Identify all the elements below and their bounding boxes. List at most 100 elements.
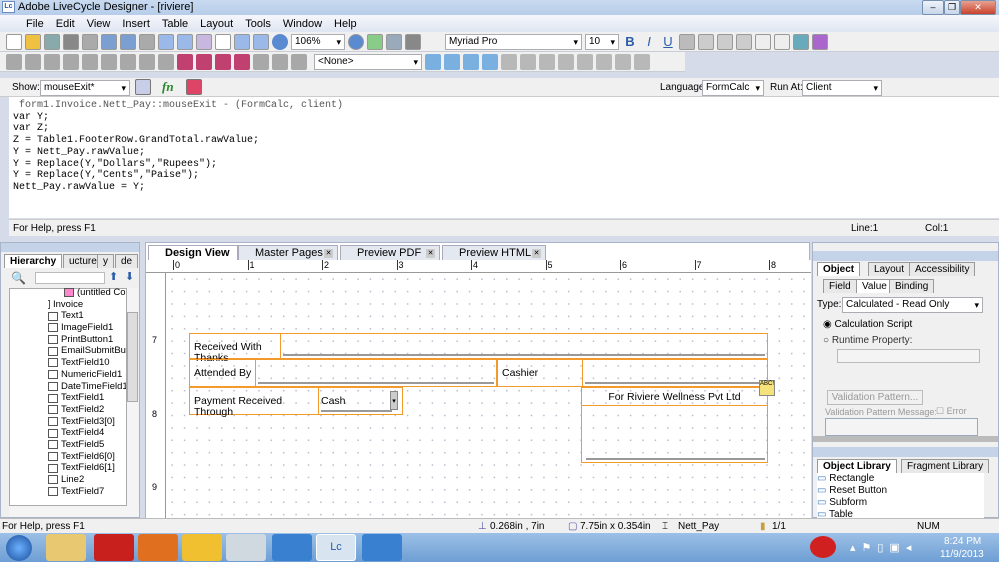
align-vertical-center-icon[interactable]	[82, 53, 98, 70]
runtime-property-radio[interactable]: ○ Runtime Property:	[823, 335, 912, 346]
restore-button[interactable]: ❐	[944, 0, 960, 15]
runtime-property-dropdown[interactable]	[837, 349, 980, 363]
tab-hierarchy[interactable]: Hierarchy	[4, 254, 63, 268]
hierarchy-search-input[interactable]	[35, 272, 105, 284]
align-top-icon[interactable]	[44, 53, 60, 70]
search-icon[interactable]: 🔍	[11, 271, 26, 285]
box-icon[interactable]	[215, 33, 231, 50]
select-table-icon[interactable]	[634, 53, 650, 70]
clock-time[interactable]: 8:24 PM	[944, 536, 981, 547]
tab-design-view[interactable]: Design View	[148, 245, 238, 260]
notification-icon[interactable]	[810, 536, 836, 558]
master-page-dropdown[interactable]: <None>	[314, 53, 422, 70]
type-dropdown[interactable]: Calculated - Read Only	[842, 297, 983, 313]
hierarchy-hscrollbar[interactable]	[9, 506, 139, 517]
font-size-dropdown[interactable]: 10	[585, 33, 619, 50]
tree-item[interactable]: Text1	[48, 310, 126, 322]
spell-check-icon[interactable]	[386, 33, 402, 50]
subtab-binding[interactable]: Binding	[889, 279, 935, 293]
tree-item[interactable]: TextField6[1]	[48, 462, 126, 474]
split-cells-icon[interactable]	[520, 53, 536, 70]
align-left-edges-icon[interactable]	[6, 53, 22, 70]
align-right-edges-icon[interactable]	[25, 53, 41, 70]
tree-item[interactable]: ImageField1	[48, 322, 126, 334]
open-icon[interactable]	[25, 33, 41, 50]
tab-fragment-library[interactable]: Fragment Library	[901, 459, 990, 473]
tree-item[interactable]: TextField6[0]	[48, 451, 126, 463]
tab-hidden-2[interactable]: y	[97, 254, 114, 268]
chrome-taskbar-icon[interactable]	[182, 534, 222, 561]
select-tool-icon[interactable]	[755, 33, 771, 50]
library-item[interactable]: ▭ Rectangle	[817, 473, 984, 485]
tree-item[interactable]: TextField4	[48, 427, 126, 439]
delete-column-icon[interactable]	[596, 53, 612, 70]
tray-icons[interactable]: ▴⚑▯▣◂	[850, 541, 917, 554]
tree-item[interactable]: (untitled Cor	[64, 287, 126, 299]
tree-item[interactable]: Invoice	[48, 299, 126, 311]
zoom-dropdown[interactable]: 106%	[291, 33, 345, 50]
bold-button[interactable]: B	[622, 34, 638, 50]
justify-icon[interactable]	[736, 33, 752, 50]
menu-layout[interactable]: Layout	[194, 18, 239, 30]
subtab-value[interactable]: Value	[856, 279, 893, 293]
align-right-icon[interactable]	[717, 33, 733, 50]
tab-layout[interactable]: Layout	[868, 262, 911, 276]
validation-msg-input[interactable]	[825, 418, 978, 436]
distribute-horizontal-icon[interactable]	[120, 53, 136, 70]
page-area-icon[interactable]	[196, 33, 212, 50]
insert-row-icon[interactable]	[539, 53, 555, 70]
payment-dropdown[interactable]: Payment Received Through Cash ▾	[189, 387, 403, 417]
arrow-down-icon[interactable]: ⬇	[125, 270, 134, 283]
chevron-down-icon[interactable]: ▾	[390, 391, 398, 410]
menu-help[interactable]: Help	[328, 18, 363, 30]
menu-edit[interactable]: Edit	[50, 18, 81, 30]
merge-cells-icon[interactable]	[501, 53, 517, 70]
start-button[interactable]	[6, 535, 32, 561]
zoom-in-icon[interactable]	[348, 33, 364, 50]
attended-by-field[interactable]: Attended By	[189, 359, 497, 387]
tree-item[interactable]: TextField10	[48, 357, 126, 369]
subtab-field[interactable]: Field	[823, 279, 857, 293]
tree-item[interactable]: PrintButton1	[48, 334, 126, 346]
font-dropdown[interactable]: Myriad Pro	[445, 33, 582, 50]
ie2-taskbar-icon[interactable]	[362, 534, 402, 561]
tab-object[interactable]: Object	[817, 262, 861, 276]
functions-icon[interactable]: fn	[162, 79, 174, 95]
close-tab-icon[interactable]: ✕	[324, 249, 333, 258]
save-icon[interactable]	[44, 33, 60, 50]
tree-item[interactable]: TextField7	[48, 486, 126, 498]
make-same-width-icon[interactable]	[253, 53, 269, 70]
format-painter-icon[interactable]	[82, 33, 98, 50]
validation-pattern-button[interactable]: Validation Pattern...	[827, 390, 923, 405]
tree-item[interactable]: TextField2	[48, 404, 126, 416]
tab-accessibility[interactable]: Accessibility	[909, 262, 976, 276]
media-taskbar-icon[interactable]	[138, 534, 178, 561]
underline-button[interactable]: U	[660, 34, 676, 50]
calculator-taskbar-icon[interactable]	[226, 534, 266, 561]
language-dropdown[interactable]: FormCalc	[702, 80, 764, 96]
warning-icon[interactable]: ABC!	[759, 380, 775, 396]
clock-date[interactable]: 11/9/2013	[940, 549, 984, 560]
bring-forward-icon[interactable]	[215, 53, 231, 70]
tab-object-library[interactable]: Object Library	[817, 459, 897, 473]
distribute-vertical-icon[interactable]	[139, 53, 155, 70]
menu-window[interactable]: Window	[277, 18, 328, 30]
menu-view[interactable]: View	[81, 18, 117, 30]
insert-page-icon[interactable]	[444, 53, 460, 70]
calculation-script-radio[interactable]: ◉ Calculation Script	[823, 319, 912, 330]
menu-tools[interactable]: Tools	[239, 18, 277, 30]
explorer-taskbar-icon[interactable]	[46, 534, 86, 561]
align-center-icon[interactable]	[698, 33, 714, 50]
bring-front-icon[interactable]	[177, 53, 193, 70]
tree-item[interactable]: NumericField1	[48, 369, 126, 381]
splitter[interactable]	[813, 436, 998, 442]
tab-master-pages[interactable]: Master Pages ✕	[238, 245, 338, 260]
close-tab-icon[interactable]: ✕	[426, 249, 435, 258]
layout-tool-icon[interactable]	[812, 33, 828, 50]
undo-icon[interactable]	[101, 33, 117, 50]
menu-insert[interactable]: Insert	[116, 18, 156, 30]
livecycle-taskbar-icon[interactable]: Lc	[316, 534, 356, 561]
fit-height-icon[interactable]	[234, 33, 250, 50]
script-editor[interactable]: form1.Invoice.Nett_Pay::mouseExit - (For…	[9, 97, 999, 218]
tab-preview-pdf[interactable]: Preview PDF ✕	[340, 245, 440, 260]
